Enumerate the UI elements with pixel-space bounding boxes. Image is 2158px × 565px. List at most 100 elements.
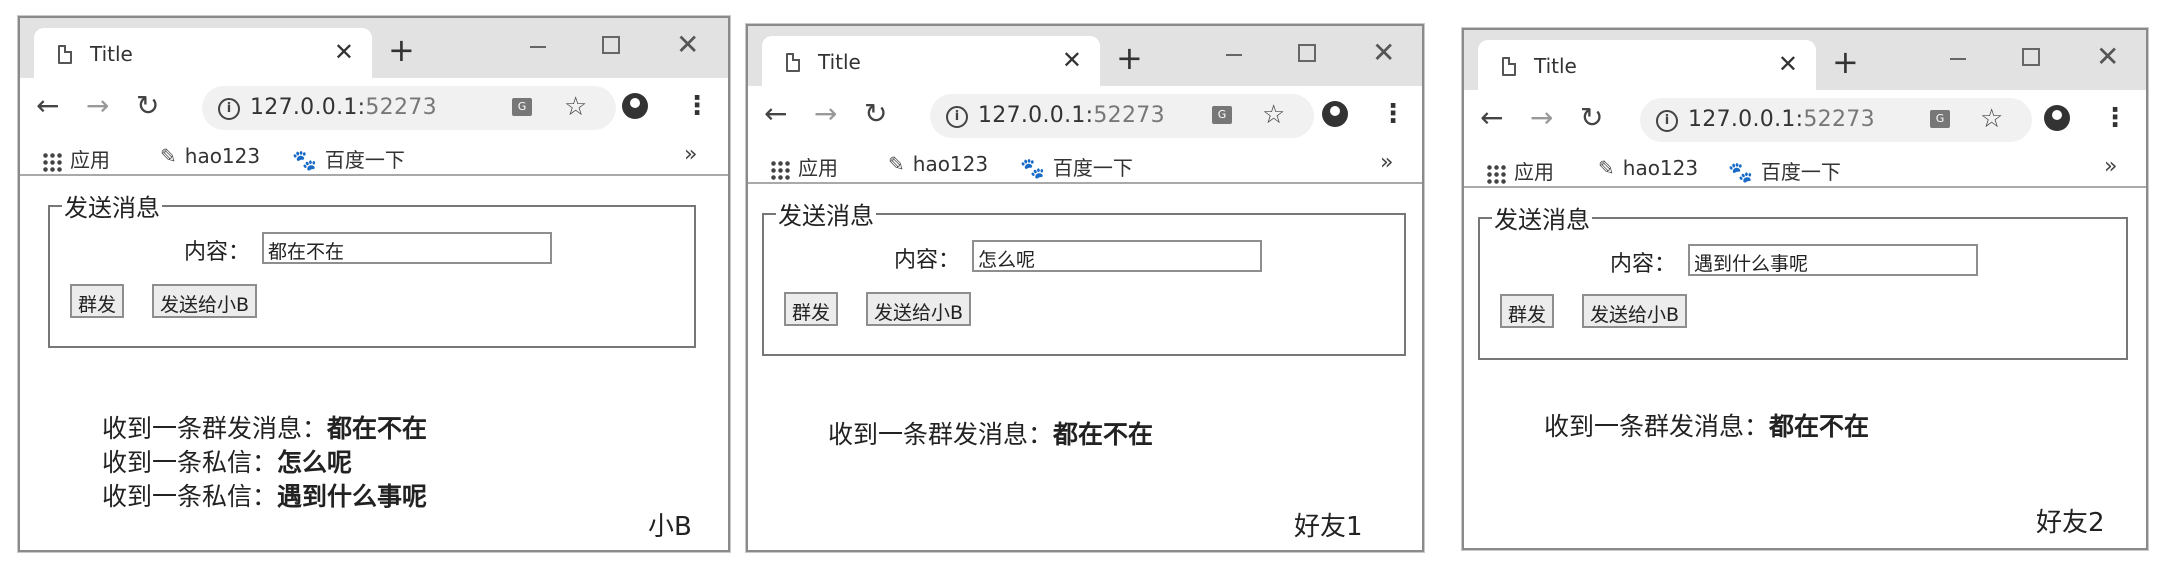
close-tab-icon[interactable]: ✕: [334, 38, 354, 66]
apps-grid-icon: [1486, 163, 1506, 184]
back-icon[interactable]: ←: [36, 92, 59, 120]
browser-tab[interactable]: Title ✕: [762, 36, 1100, 88]
bookmark-hao123[interactable]: ✎ hao123: [888, 152, 988, 176]
send-message-fieldset: 发送消息: [48, 188, 696, 348]
browser-window-2: Title ✕ + ✕ ← → ↻ i 127.0.0.1:52273 G ☆ …: [746, 24, 1424, 552]
bookmark-baidu[interactable]: 🐾 百度一下: [1020, 152, 1133, 181]
minimize-icon[interactable]: [530, 46, 546, 48]
content-label: 内容：: [1610, 252, 1677, 277]
hao123-icon: ✎: [1598, 156, 1615, 180]
baidu-paw-icon: 🐾: [1728, 160, 1753, 184]
menu-icon[interactable]: ⋮: [2102, 103, 2128, 133]
url-text[interactable]: 127.0.0.1:52273: [1688, 107, 1875, 132]
new-tab-icon[interactable]: +: [388, 34, 415, 66]
content-label: 内容：: [894, 248, 961, 273]
window-caption: 小B: [648, 512, 692, 542]
forward-icon[interactable]: →: [1530, 104, 1553, 132]
bookmark-apps[interactable]: 应用: [42, 144, 110, 173]
new-tab-icon[interactable]: +: [1832, 46, 1859, 78]
maximize-icon[interactable]: [602, 36, 620, 54]
forward-icon[interactable]: →: [814, 100, 837, 128]
browser-tab[interactable]: Title ✕: [1478, 40, 1816, 92]
bookmark-star-icon[interactable]: ☆: [1262, 100, 1285, 130]
new-tab-icon[interactable]: +: [1116, 42, 1143, 74]
site-info-icon[interactable]: i: [946, 106, 968, 128]
site-info-icon[interactable]: i: [218, 98, 240, 120]
reload-icon[interactable]: ↻: [864, 100, 887, 128]
close-window-icon[interactable]: ✕: [1372, 36, 1395, 69]
bookmark-star-icon[interactable]: ☆: [564, 92, 587, 122]
translate-icon[interactable]: G: [512, 98, 532, 116]
content-input[interactable]: 都在不在: [262, 232, 552, 264]
forward-icon[interactable]: →: [86, 92, 109, 120]
title-bar: Title ✕ + ✕: [748, 26, 1422, 88]
omnibox[interactable]: i 127.0.0.1:52273 G ☆: [930, 94, 1314, 138]
maximize-icon[interactable]: [1298, 44, 1316, 62]
close-window-icon[interactable]: ✕: [676, 28, 699, 61]
broadcast-button[interactable]: 群发: [784, 292, 839, 326]
page-content: 发送消息 内容： 怎么呢 群发 发送给小B 收到一条群发消息：都在不在 好友1: [748, 184, 1422, 550]
close-tab-icon[interactable]: ✕: [1062, 46, 1082, 74]
message-line: 收到一条群发消息：都在不在: [1544, 412, 1870, 441]
send-message-fieldset: 发送消息: [1478, 200, 2128, 360]
omnibox[interactable]: i 127.0.0.1:52273 G ☆: [1640, 98, 2032, 142]
title-bar: Title ✕ + ✕: [20, 18, 728, 80]
address-bar-row: ← → ↻ i 127.0.0.1:52273 G ☆ ⋮: [748, 86, 1422, 146]
content-input[interactable]: 遇到什么事呢: [1688, 244, 1978, 276]
browser-window-3: Title ✕ + ✕ ← → ↻ i 127.0.0.1:52273 G ☆ …: [1462, 28, 2148, 550]
fieldset-legend: 发送消息: [64, 194, 160, 222]
bookmark-apps[interactable]: 应用: [1486, 156, 1554, 185]
content-label: 内容：: [184, 240, 251, 265]
translate-icon[interactable]: G: [1212, 106, 1232, 124]
page-icon: [58, 45, 72, 64]
bookmark-hao123[interactable]: ✎ hao123: [1598, 156, 1698, 180]
back-icon[interactable]: ←: [1480, 104, 1503, 132]
bookmark-apps[interactable]: 应用: [770, 152, 838, 181]
site-info-icon[interactable]: i: [1656, 110, 1678, 132]
address-bar-row: ← → ↻ i 127.0.0.1:52273 G ☆ ⋮: [20, 78, 728, 138]
more-bookmarks-icon[interactable]: »: [2104, 154, 2117, 179]
translate-icon[interactable]: G: [1930, 110, 1950, 128]
bookmarks-bar: 应用 ✎ hao123 🐾 百度一下 »: [1464, 150, 2146, 188]
page-content: 发送消息 内容： 都在不在 群发 发送给小B 收到一条群发消息：都在不在 收到一…: [20, 176, 728, 550]
bookmarks-bar: 应用 ✎ hao123 🐾 百度一下 »: [20, 138, 728, 176]
content-input[interactable]: 怎么呢: [972, 240, 1262, 272]
baidu-paw-icon: 🐾: [292, 148, 317, 172]
maximize-icon[interactable]: [2022, 48, 2040, 66]
more-bookmarks-icon[interactable]: »: [684, 142, 697, 167]
url-text[interactable]: 127.0.0.1:52273: [978, 103, 1165, 128]
title-bar: Title ✕ + ✕: [1464, 30, 2146, 92]
account-icon[interactable]: [1322, 101, 1348, 127]
back-icon[interactable]: ←: [764, 100, 787, 128]
url-text[interactable]: 127.0.0.1:52273: [250, 95, 437, 120]
page-content: 发送消息 内容： 遇到什么事呢 群发 发送给小B 收到一条群发消息：都在不在 好…: [1464, 188, 2146, 548]
hao123-icon: ✎: [888, 152, 905, 176]
fieldset-legend: 发送消息: [1494, 206, 1590, 234]
bookmark-baidu[interactable]: 🐾 百度一下: [1728, 156, 1841, 185]
reload-icon[interactable]: ↻: [1580, 104, 1603, 132]
account-icon[interactable]: [2044, 105, 2070, 131]
broadcast-button[interactable]: 群发: [1500, 294, 1555, 328]
omnibox[interactable]: i 127.0.0.1:52273 G ☆: [202, 86, 616, 130]
close-window-icon[interactable]: ✕: [2096, 40, 2119, 73]
bookmark-baidu[interactable]: 🐾 百度一下: [292, 144, 405, 173]
send-to-b-button[interactable]: 发送给小B: [866, 292, 972, 326]
window-caption: 好友1: [1294, 512, 1363, 542]
send-to-b-button[interactable]: 发送给小B: [152, 284, 258, 318]
more-bookmarks-icon[interactable]: »: [1380, 150, 1393, 175]
apps-grid-icon: [770, 159, 790, 180]
minimize-icon[interactable]: [1226, 54, 1242, 56]
reload-icon[interactable]: ↻: [136, 92, 159, 120]
minimize-icon[interactable]: [1950, 58, 1966, 60]
page-icon: [1502, 57, 1516, 76]
menu-icon[interactable]: ⋮: [684, 91, 710, 121]
close-tab-icon[interactable]: ✕: [1778, 50, 1798, 78]
bookmark-star-icon[interactable]: ☆: [1980, 104, 2003, 134]
broadcast-button[interactable]: 群发: [70, 284, 125, 318]
bookmarks-bar: 应用 ✎ hao123 🐾 百度一下 »: [748, 146, 1422, 184]
menu-icon[interactable]: ⋮: [1380, 99, 1406, 129]
bookmark-hao123[interactable]: ✎ hao123: [160, 144, 260, 168]
send-to-b-button[interactable]: 发送给小B: [1582, 294, 1688, 328]
account-icon[interactable]: [622, 93, 648, 119]
browser-tab[interactable]: Title ✕: [34, 28, 372, 80]
